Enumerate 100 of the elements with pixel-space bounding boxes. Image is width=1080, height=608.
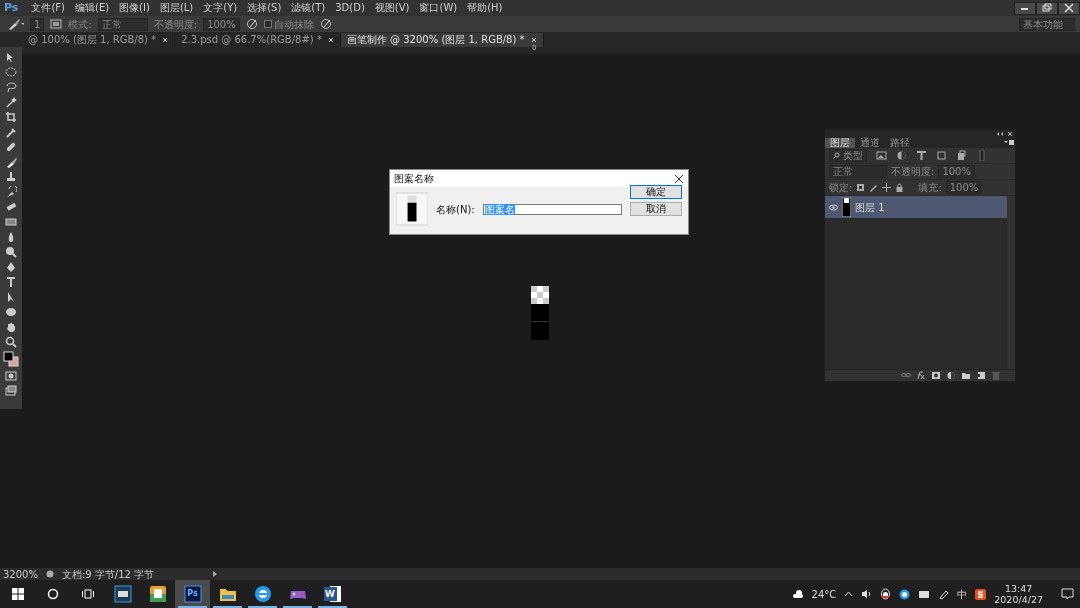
chevron-up-icon[interactable] bbox=[844, 591, 854, 597]
image-filter-icon[interactable] bbox=[876, 150, 887, 161]
info-icon[interactable] bbox=[45, 570, 54, 578]
cancel-button[interactable]: 取消 bbox=[630, 201, 682, 216]
panel-tab[interactable]: 图层 bbox=[825, 138, 855, 148]
opacity-field[interactable]: 100% bbox=[203, 17, 240, 31]
taskbar-app[interactable]: Ps bbox=[175, 580, 210, 608]
photoshop-icon: Ps bbox=[183, 585, 202, 603]
network-icon[interactable] bbox=[918, 589, 931, 599]
effects-icon[interactable] bbox=[916, 371, 926, 380]
brush-icon[interactable] bbox=[869, 183, 879, 192]
blend-mode-dropdown[interactable]: 正常 bbox=[829, 165, 887, 178]
screen-mode-icon[interactable] bbox=[5, 385, 17, 397]
marquee-icon[interactable] bbox=[5, 66, 17, 78]
lasso-icon[interactable] bbox=[5, 81, 17, 93]
globe-icon[interactable] bbox=[899, 588, 911, 600]
stamp-icon[interactable] bbox=[5, 171, 17, 183]
bandage-icon[interactable] bbox=[5, 141, 17, 153]
window-close-button[interactable] bbox=[1058, 1, 1080, 15]
menu-item[interactable]: 窗口(W) bbox=[414, 1, 463, 15]
auto-erase-label: 自动抹除 bbox=[274, 17, 315, 32]
speaker-icon[interactable] bbox=[861, 589, 873, 599]
history-brush-icon[interactable] bbox=[5, 186, 17, 198]
brush-icon[interactable] bbox=[5, 156, 17, 168]
dialog-title: 图案名称 bbox=[394, 172, 434, 186]
layer-name: 图层 1 bbox=[855, 200, 885, 215]
taskbar-app[interactable]: W bbox=[315, 580, 350, 608]
auto-erase-checkbox[interactable] bbox=[263, 20, 272, 28]
penguin-icon[interactable] bbox=[880, 588, 892, 600]
color-swatches-icon[interactable] bbox=[3, 351, 19, 367]
eye-icon[interactable] bbox=[829, 203, 838, 211]
sogou-icon[interactable] bbox=[975, 588, 987, 600]
panel-menu-icon[interactable] bbox=[1003, 138, 1015, 148]
close-icon[interactable] bbox=[674, 173, 684, 184]
menu-item[interactable]: 编辑(E) bbox=[70, 1, 115, 15]
gradient-icon[interactable] bbox=[5, 216, 17, 228]
fill-label: 填充: bbox=[918, 181, 942, 195]
menu-item[interactable]: 视图(V) bbox=[369, 1, 415, 15]
taskbar-clock[interactable]: 13:47 2020/4/27 bbox=[994, 583, 1043, 605]
input-method[interactable]: 中 bbox=[957, 586, 968, 602]
dodge-icon[interactable] bbox=[5, 246, 17, 258]
film-icon bbox=[113, 585, 132, 603]
layer-filter-dropdown[interactable]: 类型 bbox=[829, 149, 867, 162]
adjustment-filter-icon[interactable] bbox=[896, 150, 907, 161]
panel-tab[interactable]: 通道 bbox=[855, 138, 885, 148]
move-icon[interactable] bbox=[882, 183, 892, 192]
document-size: 文档:9 字节/12 字节 bbox=[61, 568, 155, 580]
ellipse-icon[interactable] bbox=[5, 306, 17, 318]
zoom-level: 3200% bbox=[3, 568, 38, 580]
brush-panel-icon[interactable] bbox=[50, 18, 63, 30]
new-layer-icon[interactable] bbox=[976, 371, 986, 380]
wand-icon[interactable] bbox=[5, 96, 17, 108]
zoom-icon[interactable] bbox=[5, 336, 17, 348]
weather-icon bbox=[791, 589, 804, 599]
window-restore-button[interactable] bbox=[1036, 1, 1058, 15]
brush-size-field[interactable]: 1 bbox=[30, 17, 45, 31]
pressure-size-icon[interactable] bbox=[320, 18, 333, 30]
adjustment-icon[interactable] bbox=[946, 371, 956, 380]
menu-item[interactable]: 文字(Y) bbox=[198, 1, 243, 15]
link-icon[interactable] bbox=[901, 371, 911, 380]
close-icon[interactable] bbox=[1005, 130, 1015, 138]
mode-dropdown[interactable]: 正常 bbox=[97, 17, 148, 31]
lock-pixels-icon[interactable] bbox=[856, 183, 866, 192]
menu-item[interactable]: 图像(I) bbox=[114, 1, 155, 15]
workspace-dropdown[interactable]: 基本功能 bbox=[1019, 17, 1075, 31]
crop-icon[interactable] bbox=[5, 111, 17, 123]
menu-item[interactable]: 图层(L) bbox=[154, 1, 199, 15]
hand-icon[interactable] bbox=[5, 321, 17, 333]
menu-item[interactable]: 滤镜(T) bbox=[286, 1, 331, 15]
pressure-icon[interactable] bbox=[245, 18, 258, 30]
menu-item[interactable]: 选择(S) bbox=[242, 1, 287, 15]
layer-thumbnail bbox=[842, 197, 851, 217]
eraser-icon[interactable] bbox=[5, 201, 17, 213]
fill-field[interactable]: 100% bbox=[945, 181, 983, 194]
menu-item[interactable]: 3D(D) bbox=[330, 1, 370, 15]
lock-icon[interactable] bbox=[895, 183, 905, 192]
pen-icon[interactable] bbox=[5, 261, 17, 273]
panel-tab[interactable]: 路径 bbox=[885, 138, 915, 148]
app-logo: Ps bbox=[3, 0, 20, 16]
filter-toggle-icon[interactable] bbox=[976, 150, 987, 161]
window-minimize-button[interactable] bbox=[1014, 1, 1036, 15]
menu-item[interactable]: 帮助(H) bbox=[462, 1, 508, 15]
eyedropper-icon[interactable] bbox=[5, 126, 17, 138]
opacity-field[interactable]: 100% bbox=[938, 165, 975, 178]
folder-icon[interactable] bbox=[961, 371, 971, 380]
expand-arrow-icon[interactable] bbox=[212, 570, 219, 578]
pattern-preview bbox=[396, 191, 429, 227]
task-view-icon bbox=[81, 588, 94, 600]
mask-icon[interactable] bbox=[931, 371, 941, 380]
menu-item[interactable]: 文件(F) bbox=[26, 1, 70, 15]
quick-mask-icon[interactable] bbox=[5, 370, 17, 382]
type-tool-icon[interactable] bbox=[5, 276, 17, 288]
pen-icon[interactable] bbox=[938, 588, 950, 600]
pattern-artwork bbox=[531, 286, 549, 340]
smart-object-filter-icon[interactable] bbox=[956, 150, 967, 161]
gallery-icon bbox=[148, 585, 167, 603]
layer-row[interactable]: 图层 1 bbox=[825, 196, 1007, 218]
shape-filter-icon[interactable] bbox=[936, 150, 947, 161]
notification-icon[interactable] bbox=[1061, 588, 1074, 600]
type-filter-icon[interactable] bbox=[916, 150, 927, 161]
